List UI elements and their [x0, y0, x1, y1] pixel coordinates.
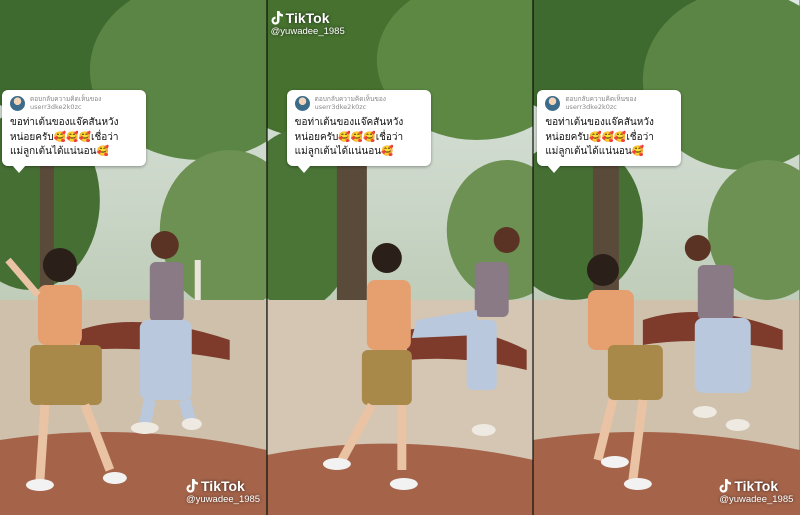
- dance-scene-2: [266, 0, 534, 515]
- comment-username: userr3dke2k0zc: [30, 102, 82, 111]
- comment-reply-bubble-2: ตอบกลับความคิดเห็นของ userr3dke2k0zc ขอท…: [286, 90, 431, 172]
- dance-scene-3: [533, 0, 800, 515]
- comment-header: ตอบกลับความคิดเห็นของ userr3dke2k0zc: [545, 96, 673, 111]
- dance-scene-1: [0, 0, 267, 515]
- tiktok-note-icon: [186, 479, 198, 493]
- video-frame-3: ตอบกลับความคิดเห็นของ userr3dke2k0zc ขอท…: [533, 0, 800, 515]
- tiktok-note-icon: [271, 11, 283, 25]
- tiktok-watermark-3: TikTok @yuwadee_1985: [719, 478, 793, 505]
- video-frames-strip: ตอบกลับความคิดเห็นของ userr3dke2k0zc ขอท…: [0, 0, 800, 515]
- tiktok-note-icon: [719, 479, 732, 493]
- tiktok-watermark-2: TikTok @yuwadee_1985: [271, 10, 345, 37]
- comment-header: ตอบกลับความคิดเห็นของ userr3dke2k0zc: [10, 96, 138, 111]
- comment-reply-bubble-3: ตอบกลับความคิดเห็นของ userr3dke2k0zc ขอท…: [537, 90, 682, 172]
- avatar: [10, 96, 25, 111]
- comment-header: ตอบกลับความคิดเห็นของ userr3dke2k0zc: [294, 96, 423, 111]
- comment-username: userr3dke2k0zc: [565, 102, 617, 111]
- avatar: [545, 96, 561, 111]
- tiktok-brand: TikTok: [285, 10, 330, 26]
- comment-text: ขอท่าเต้นของแจ๊คสันหวัง หน่อยครับ🥰🥰🥰เชื่…: [10, 117, 119, 157]
- tiktok-handle: @yuwadee_1985: [186, 494, 261, 505]
- video-frame-1: ตอบกลับความคิดเห็นของ userr3dke2k0zc ขอท…: [0, 0, 267, 515]
- comment-text: ขอท่าเต้นของแจ๊คสันหวัง หน่อยครับ🥰🥰🥰เชื่…: [545, 117, 654, 157]
- tiktok-watermark-1: TikTok @yuwadee_1985: [186, 478, 260, 505]
- frame-divider: [266, 0, 268, 515]
- tiktok-handle: @yuwadee_1985: [719, 494, 794, 505]
- tiktok-brand: TikTok: [201, 478, 245, 494]
- comment-text: ขอท่าเต้นของแจ๊คสันหวัง หน่อยครับ🥰🥰🥰เชื่…: [294, 117, 404, 157]
- video-frame-2: ตอบกลับความคิดเห็นของ userr3dke2k0zc ขอท…: [266, 0, 534, 515]
- comment-reply-bubble-1: ตอบกลับความคิดเห็นของ userr3dke2k0zc ขอท…: [2, 90, 146, 172]
- avatar: [294, 96, 310, 111]
- tiktok-brand: TikTok: [734, 478, 779, 494]
- frame-divider: [532, 0, 534, 515]
- tiktok-handle: @yuwadee_1985: [270, 26, 345, 37]
- comment-username: userr3dke2k0zc: [314, 102, 367, 111]
